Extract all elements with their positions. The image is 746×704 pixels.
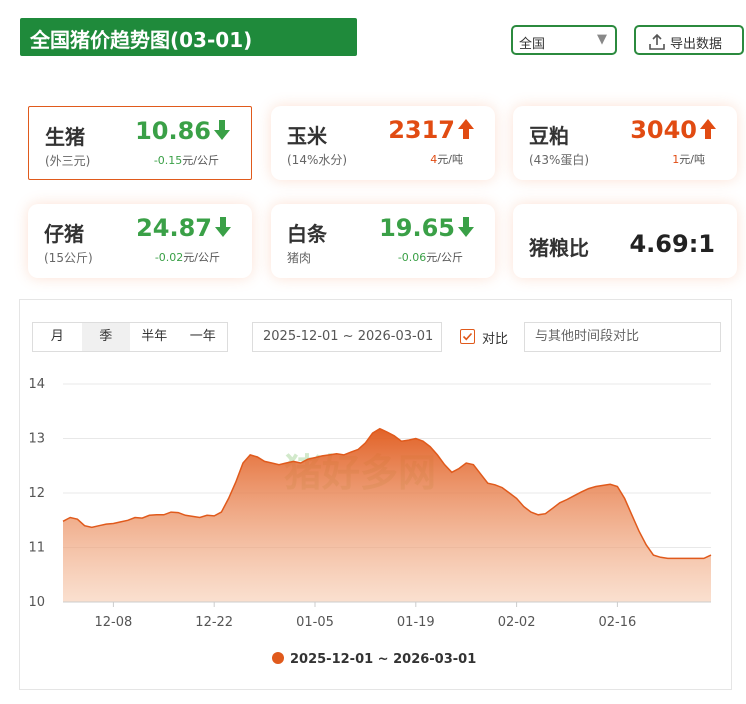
card-name: 玉米 [287,124,327,148]
chart-panel: 月 季 半年 一年 2025-12-01 ~ 2026-03-01 对比 与其他… [19,299,732,690]
card-price: 2317 [388,116,475,144]
price-value: 2317 [388,116,455,144]
y-tick-label: 14 [28,377,45,392]
change-unit: 元/吨 [437,153,463,166]
y-tick-label: 10 [28,595,45,610]
card-price: 24.87 [136,214,232,242]
price-value: 10.86 [135,117,211,145]
x-tick-label: 02-02 [498,615,536,630]
card-subtitle: 猪肉 [287,251,312,265]
card-piglet[interactable]: 仔猪 (15公斤) 24.87 -0.02元/公斤 [28,204,252,278]
x-tick-label: 12-22 [195,615,233,630]
region-select[interactable]: 全国 ▼ [511,25,617,55]
card-hog-grain-ratio[interactable]: 猪粮比 4.69:1 [513,204,737,278]
change-value: -0.06 [397,251,427,264]
card-pork-carcass[interactable]: 白条 猪肉 19.65 -0.06元/公斤 [271,204,495,278]
card-change: 4元/吨 [430,151,463,167]
upload-icon [649,33,665,50]
legend-label: 2025-12-01 ~ 2026-03-01 [290,652,476,667]
card-change: -0.02元/公斤 [155,249,220,265]
price-value: 19.65 [379,214,455,242]
card-subtitle: (外三元) [45,154,91,168]
ratio-value: 4.69:1 [629,230,715,258]
export-data-button[interactable]: 导出数据 [634,25,744,55]
card-subtitle: (43%蛋白) [529,153,590,167]
card-soybean-meal[interactable]: 豆粕 (43%蛋白) 3040 1元/吨 [513,106,737,180]
price-value: 3040 [630,116,697,144]
card-change: 1元/吨 [672,151,705,167]
caret-down-icon: ▼ [597,32,607,47]
legend-marker [272,652,284,664]
export-data-label: 导出数据 [670,37,723,52]
price-value: 24.87 [136,214,212,242]
arrow-up-icon [700,119,716,139]
card-price: 10.86 [135,117,231,145]
card-change: -0.06元/公斤 [398,249,463,265]
x-tick-label: 12-08 [95,615,133,630]
card-name: 仔猪 [44,222,84,246]
card-name: 猪粮比 [529,236,589,260]
y-tick-label: 11 [28,541,45,556]
change-value: -0.15 [153,154,183,167]
x-tick-label: 02-16 [599,615,637,630]
card-change: -0.15元/公斤 [154,152,219,168]
price-trend-chart: 猪好多网 101112131412-0812-2201-0501-1902-02… [28,377,712,667]
card-live-hog[interactable]: 生猪 (外三元) 10.86 -0.15元/公斤 [28,106,252,180]
change-unit: 元/公斤 [182,154,219,167]
card-subtitle: (15公斤) [44,251,93,265]
card-price: 19.65 [379,214,475,242]
arrow-down-icon [215,217,231,237]
card-name: 豆粕 [529,124,569,148]
card-price: 3040 [630,116,717,144]
change-value: -0.02 [154,251,184,264]
arrow-down-icon [458,217,474,237]
x-tick-label: 01-19 [397,615,435,630]
change-unit: 元/公斤 [426,251,463,264]
card-subtitle: (14%水分) [287,153,348,167]
arrow-up-icon [458,119,474,139]
card-name: 生猪 [45,125,85,149]
page-title: 全国猪价趋势图(03-01) [30,28,253,52]
card-name: 白条 [287,222,327,246]
region-select-value: 全国 [519,37,546,52]
page-title-bar: 全国猪价趋势图(03-01) [20,18,357,56]
change-unit: 元/吨 [679,153,705,166]
change-unit: 元/公斤 [183,251,220,264]
arrow-down-icon [214,120,230,140]
x-tick-label: 01-05 [296,615,334,630]
y-tick-label: 12 [28,486,45,501]
card-corn[interactable]: 玉米 (14%水分) 2317 4元/吨 [271,106,495,180]
y-tick-label: 13 [28,432,45,447]
